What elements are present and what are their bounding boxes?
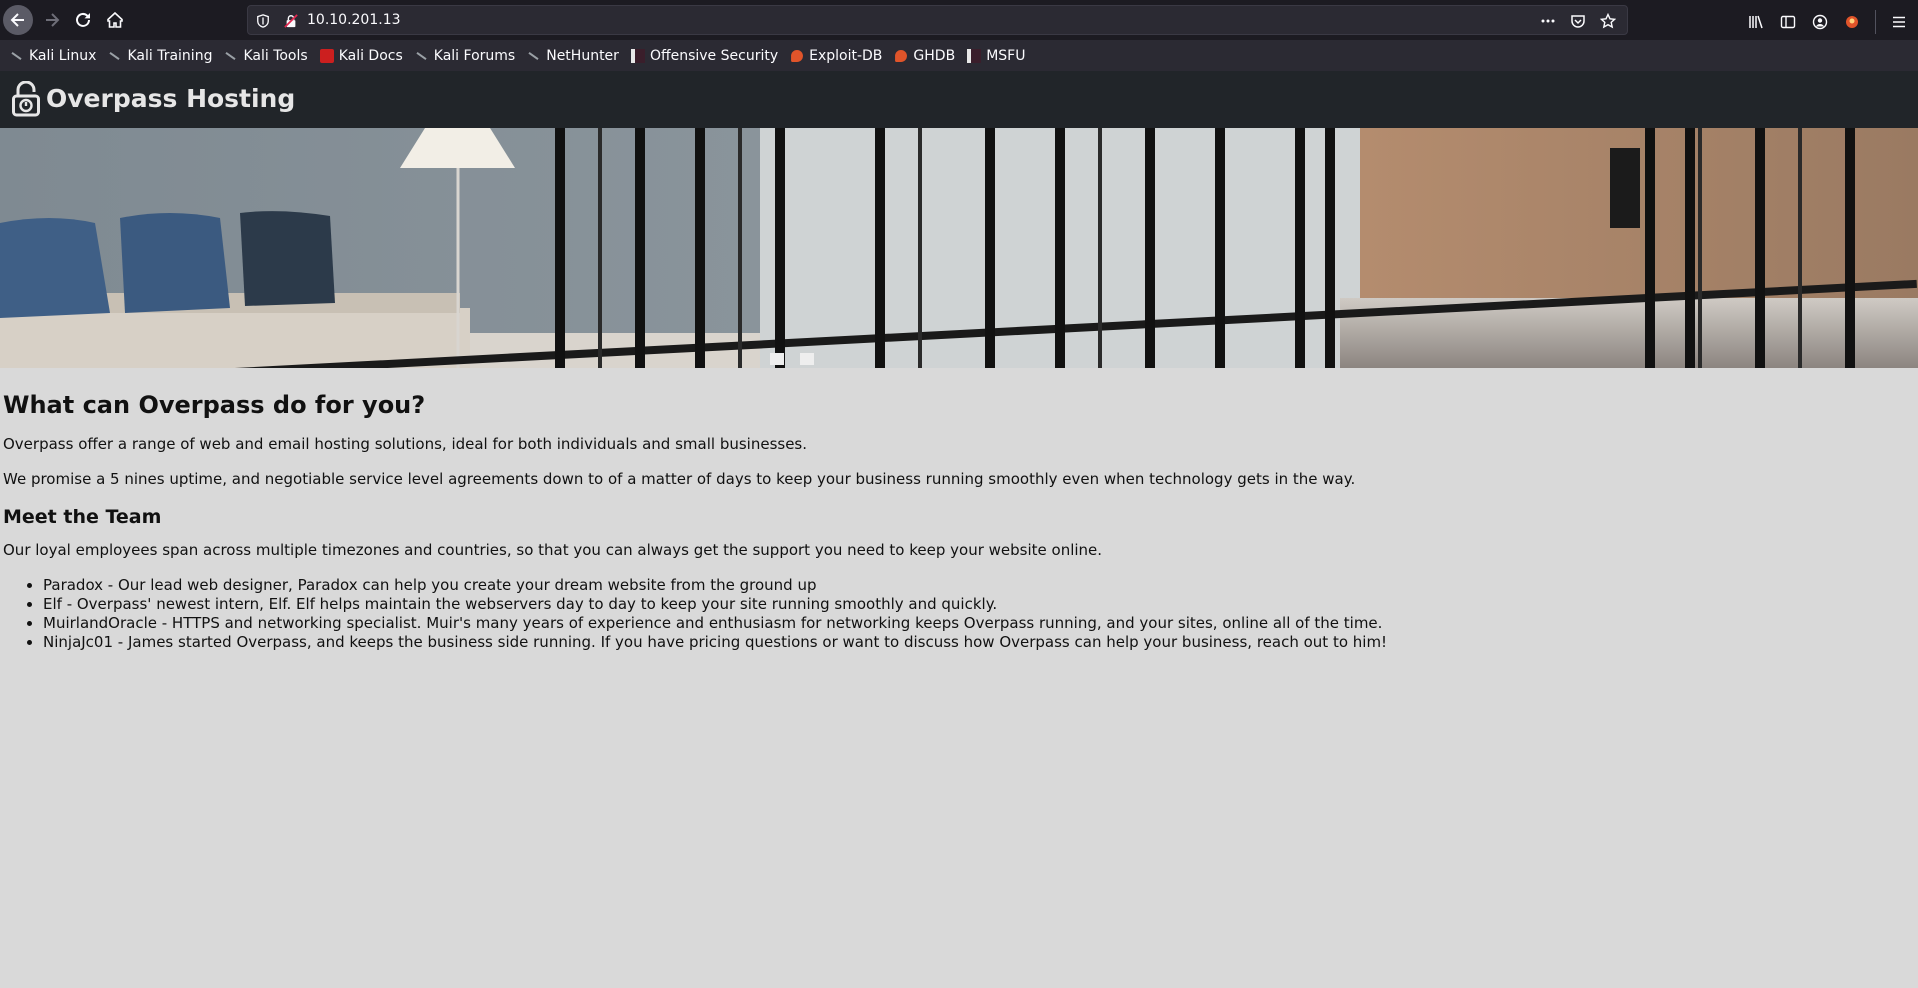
bookmark-kali-training[interactable]: Kali Training	[108, 48, 212, 64]
back-icon	[10, 13, 24, 27]
kali-dragon-icon	[415, 49, 429, 63]
bookmark-exploit-db[interactable]: Exploit-DB	[790, 48, 882, 64]
menu-icon[interactable]	[1890, 13, 1908, 31]
team-member: Paradox - Our lead web designer, Paradox…	[43, 576, 1903, 595]
url-text[interactable]: 10.10.201.13	[307, 6, 401, 34]
kali-dragon-icon	[224, 49, 238, 63]
offsec-icon	[967, 48, 982, 63]
bookmark-label: Kali Forums	[433, 47, 516, 64]
more-icon[interactable]	[1539, 12, 1557, 30]
team-member: MuirlandOracle - HTTPS and networking sp…	[43, 614, 1903, 633]
hero-banner-image	[0, 128, 1918, 368]
bookmark-label: MSFU	[986, 47, 1026, 64]
promise-paragraph: We promise a 5 nines uptime, and negotia…	[3, 470, 1356, 488]
bookmark-label: Kali Linux	[29, 47, 97, 64]
main-content: What can Overpass do for you? Overpass o…	[3, 372, 1903, 652]
bookmark-offensive-security[interactable]: Offensive Security	[630, 47, 779, 64]
pocket-icon[interactable]	[1569, 12, 1587, 30]
sidebar-icon[interactable]	[1779, 13, 1797, 31]
bookmarks-bar: Kali Linux Kali Training Kali Tools Kali…	[0, 40, 1918, 71]
bookmark-kali-tools[interactable]: Kali Tools	[224, 48, 307, 64]
star-icon[interactable]	[1599, 12, 1617, 30]
bookmark-label: Kali Docs	[338, 47, 403, 64]
offsec-icon	[630, 48, 645, 63]
bookmark-msfu[interactable]: MSFU	[967, 48, 1025, 64]
team-member: Elf - Overpass' newest intern, Elf. Elf …	[43, 595, 1903, 614]
reload-button[interactable]	[68, 5, 98, 35]
reload-icon	[76, 12, 90, 27]
exploit-db-icon	[791, 49, 804, 62]
exploit-db-icon	[895, 49, 908, 62]
bookmark-label: GHDB	[913, 47, 956, 64]
kali-dragon-icon	[108, 49, 122, 63]
extension-icon[interactable]	[1843, 13, 1861, 31]
bookmark-ghdb[interactable]: GHDB	[894, 48, 955, 64]
browser-toolbar: 10.10.201.13	[0, 0, 1918, 40]
bookmark-label: NetHunter	[546, 47, 619, 64]
back-button[interactable]	[3, 5, 33, 35]
page-heading: What can Overpass do for you?	[3, 391, 426, 419]
padlock-logo-icon	[11, 80, 41, 121]
insecure-lock-icon[interactable]	[284, 13, 298, 32]
intro-paragraph: Overpass offer a range of web and email …	[3, 435, 808, 453]
kali-docs-icon	[319, 48, 334, 63]
team-intro-paragraph: Our loyal employees span across multiple…	[3, 541, 1103, 559]
url-bar[interactable]: 10.10.201.13	[247, 5, 1628, 35]
bookmark-kali-linux[interactable]: Kali Linux	[10, 48, 96, 64]
forward-icon	[46, 13, 60, 27]
site-title[interactable]: Overpass Hosting	[46, 83, 295, 115]
bookmark-label: Offensive Security	[649, 47, 779, 64]
shield-icon[interactable]	[256, 13, 270, 32]
kali-dragon-icon	[10, 49, 24, 63]
bookmark-label: Kali Training	[127, 47, 213, 64]
team-list: Paradox - Our lead web designer, Paradox…	[3, 576, 1903, 652]
site-header: Overpass Hosting	[0, 71, 1918, 128]
home-icon	[107, 12, 123, 28]
bookmark-label: Kali Tools	[243, 47, 308, 64]
team-member: NinjaJc01 - James started Overpass, and …	[43, 633, 1903, 652]
bookmark-kali-docs[interactable]: Kali Docs	[319, 47, 403, 64]
bookmark-label: Exploit-DB	[809, 47, 883, 64]
bookmark-kali-forums[interactable]: Kali Forums	[415, 48, 515, 64]
kali-dragon-icon	[527, 49, 541, 63]
team-heading: Meet the Team	[3, 506, 162, 528]
forward-button[interactable]	[37, 5, 67, 35]
account-icon[interactable]	[1811, 13, 1829, 31]
toolbar-separator	[1875, 10, 1876, 34]
library-icon[interactable]	[1747, 13, 1765, 31]
home-button[interactable]	[100, 5, 130, 35]
bookmark-nethunter[interactable]: NetHunter	[527, 48, 619, 64]
